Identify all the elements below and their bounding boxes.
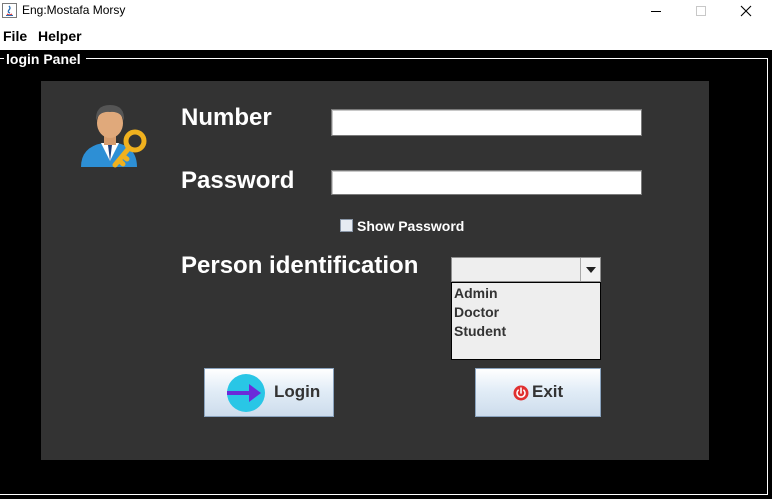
combo-option-doctor[interactable]: Doctor [454, 304, 499, 320]
combo-dropdown-list: Admin Doctor Student [451, 282, 601, 360]
maximize-icon [696, 6, 706, 16]
maximize-button[interactable] [678, 0, 724, 22]
person-identification-label: Person identification [181, 252, 419, 279]
minimize-icon [651, 11, 661, 12]
close-icon [740, 5, 752, 17]
window-title: Eng:Mostafa Morsy [22, 3, 126, 17]
combo-arrow-button[interactable] [580, 258, 600, 281]
power-icon [513, 385, 529, 401]
border-bottom [0, 494, 768, 495]
title-bar[interactable]: Eng:Mostafa Morsy [0, 0, 772, 22]
menu-bar: File Helper [0, 25, 772, 47]
show-password-checkbox[interactable] [340, 219, 353, 232]
login-button[interactable]: Login [204, 368, 334, 417]
exit-button-label: Exit [532, 382, 564, 401]
close-button[interactable] [723, 0, 769, 22]
password-input[interactable] [331, 170, 642, 195]
java-app-icon [2, 3, 17, 18]
panel-legend: login Panel [4, 50, 84, 68]
application-window: Eng:Mostafa Morsy File Helper login Pane… [0, 0, 772, 499]
exit-button[interactable]: Exit [475, 368, 601, 417]
combo-option-admin[interactable]: Admin [454, 285, 498, 301]
number-label: Number [181, 104, 272, 131]
menu-helper[interactable]: Helper [38, 28, 82, 44]
menu-file[interactable]: File [3, 28, 27, 44]
border-right [767, 58, 768, 495]
login-button-label: Login [274, 382, 321, 401]
show-password-label[interactable]: Show Password [357, 218, 464, 234]
dropdown-arrow-icon [585, 266, 596, 273]
user-key-icon [81, 105, 147, 168]
border-top [86, 58, 768, 59]
person-identification-combo[interactable] [451, 257, 601, 282]
password-label: Password [181, 167, 295, 194]
combo-option-student[interactable]: Student [454, 323, 506, 339]
number-input[interactable] [331, 109, 642, 136]
arrow-right-icon [227, 374, 265, 412]
minimize-button[interactable] [633, 0, 679, 22]
